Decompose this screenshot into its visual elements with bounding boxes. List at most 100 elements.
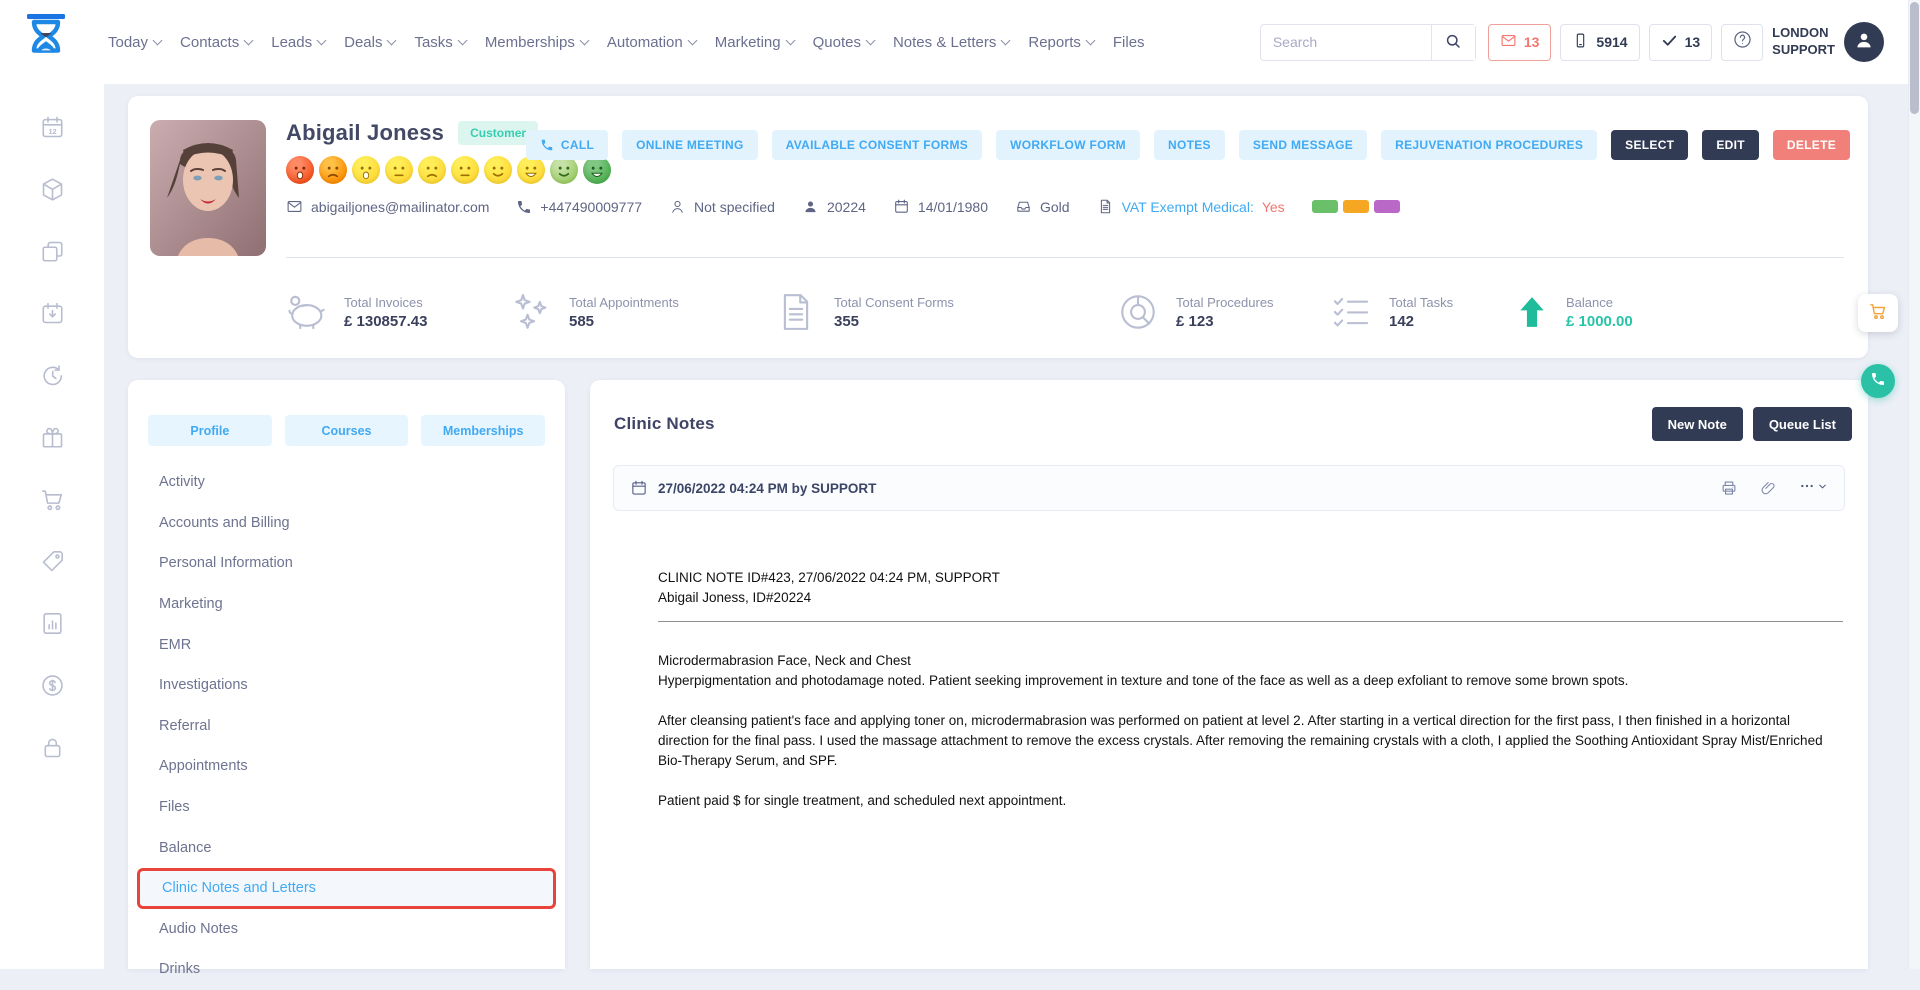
gift-icon[interactable] [39,424,66,451]
nav-item-deals[interactable]: Deals [344,34,395,51]
sidebar-item-accounts-and-billing[interactable]: Accounts and Billing [137,503,556,544]
cal-down-icon[interactable] [39,300,66,327]
search-icon [1444,32,1462,53]
sidebar-item-clinic-notes-and-letters[interactable]: Clinic Notes and Letters [137,868,556,909]
tag-pill-1[interactable] [1312,200,1338,213]
sidebar-item-personal-information[interactable]: Personal Information [137,543,556,584]
phone-badge[interactable]: 5914 [1560,24,1639,61]
sidebar-item-files[interactable]: Files [137,787,556,828]
nav-item-today[interactable]: Today [108,34,161,51]
sidebar-item-marketing[interactable]: Marketing [137,584,556,625]
mail-icon [1500,32,1517,52]
tasks-badge[interactable]: 13 [1649,24,1713,61]
help-button[interactable] [1721,24,1763,61]
chevron-down-icon [457,35,467,45]
mood-emoji-7[interactable] [484,156,512,184]
nav-item-files[interactable]: Files [1113,34,1145,51]
client-phone: +447490009777 [516,199,642,215]
sidebar-item-investigations[interactable]: Investigations [137,665,556,706]
mood-emoji-3[interactable] [352,156,380,184]
mood-emoji-1[interactable] [286,156,314,184]
nav-item-marketing[interactable]: Marketing [715,34,794,51]
tab-courses[interactable]: Courses [285,415,409,446]
more-options-button[interactable] [1799,478,1828,499]
queue-list-button[interactable]: Queue List [1753,407,1852,441]
calendar-icon [893,198,910,215]
edit-button[interactable]: EDIT [1702,130,1759,160]
rejuvenation-procedures-button[interactable]: REJUVENATION PROCEDURES [1381,130,1597,160]
client-photo[interactable] [150,120,266,256]
available-consent-forms-button[interactable]: AVAILABLE CONSENT FORMS [772,130,982,160]
nav-item-automation[interactable]: Automation [607,34,696,51]
package-icon[interactable] [39,176,66,203]
tab-profile[interactable]: Profile [148,415,272,446]
tag-icon[interactable] [39,548,66,575]
sidebar-item-activity[interactable]: Activity [137,462,556,503]
lock-icon[interactable] [39,734,66,761]
sidebar-item-referral[interactable]: Referral [137,706,556,747]
chart-doc-icon[interactable] [39,610,66,637]
mood-emoji-8[interactable] [517,156,545,184]
copy-icon[interactable] [39,238,66,265]
send-message-button[interactable]: SEND MESSAGE [1239,130,1367,160]
user-avatar[interactable] [1844,22,1884,62]
history-icon[interactable] [39,362,66,389]
page-scrollbar [1908,0,1920,969]
sidebar-item-appointments[interactable]: Appointments [137,746,556,787]
notes-button[interactable]: NOTES [1154,130,1225,160]
tab-memberships[interactable]: Memberships [421,415,545,446]
mood-emoji-10[interactable] [583,156,611,184]
online-meeting-button[interactable]: ONLINE MEETING [622,130,758,160]
paperclip-icon[interactable] [1760,480,1777,497]
nav-item-contacts[interactable]: Contacts [180,34,252,51]
search-button[interactable] [1431,25,1475,60]
floating-call-button[interactable] [1861,364,1895,398]
top-header: Today Contacts Leads Deals Tasks Memberships A… [0,0,1908,84]
nav-item-memberships[interactable]: Memberships [485,34,588,51]
select-button[interactable]: SELECT [1611,130,1688,160]
nav-item-reports[interactable]: Reports [1028,34,1094,51]
nav-item-leads[interactable]: Leads [271,34,325,51]
calendar12-icon[interactable]: 12 [39,114,66,141]
note-paragraphs: Microdermabrasion Face, Neck and ChestHy… [658,651,1843,811]
sparkles-icon [508,289,554,335]
nav-item-tasks[interactable]: Tasks [414,34,465,51]
print-icon[interactable] [1720,479,1738,497]
coin-icon[interactable] [39,672,66,699]
donut-icon [1115,289,1161,335]
tag-pill-2[interactable] [1343,200,1369,213]
mood-emoji-2[interactable] [319,156,347,184]
mood-emoji-5[interactable] [418,156,446,184]
sidebar-item-emr[interactable]: EMR [137,624,556,665]
mood-emoji-6[interactable] [451,156,479,184]
delete-button[interactable]: DELETE [1773,130,1850,160]
client-id: 20224 [802,198,866,215]
mood-emoji-4[interactable] [385,156,413,184]
app-logo-hourglass-icon[interactable] [24,12,68,72]
call-button[interactable]: CALL [526,130,608,160]
workflow-form-button[interactable]: WORKFLOW FORM [996,130,1140,160]
arrow-up-icon [1513,293,1551,331]
current-user-name: LONDON SUPPORT [1772,25,1835,59]
sidebar-item-drinks[interactable]: Drinks [137,949,556,990]
note-paragraph: After cleansing patient's face and apply… [658,711,1843,771]
note-divider [658,621,1843,622]
sidebar-item-audio-notes[interactable]: Audio Notes [137,909,556,950]
new-note-button[interactable]: New Note [1652,407,1743,441]
floating-cart-button[interactable] [1858,294,1898,332]
mail-badge[interactable]: 13 [1488,24,1552,61]
scrollbar-thumb[interactable] [1910,2,1919,114]
phone-count: 5914 [1596,34,1627,50]
mood-emoji-9[interactable] [550,156,578,184]
clinic-notes-card: Clinic Notes New Note Queue List 27/06/2… [590,380,1868,969]
search-input[interactable] [1261,34,1431,50]
sidebar-item-balance[interactable]: Balance [137,827,556,868]
phone-icon [1870,371,1886,392]
stat-total-consent-forms: Total Consent Forms355 [773,282,954,342]
chevron-down-icon [317,35,327,45]
nav-item-quotes[interactable]: Quotes [813,34,874,51]
person-icon [802,198,819,215]
nav-item-notes-letters[interactable]: Notes & Letters [893,34,1009,51]
tag-pill-3[interactable] [1374,200,1400,213]
cart-icon[interactable] [39,486,66,513]
